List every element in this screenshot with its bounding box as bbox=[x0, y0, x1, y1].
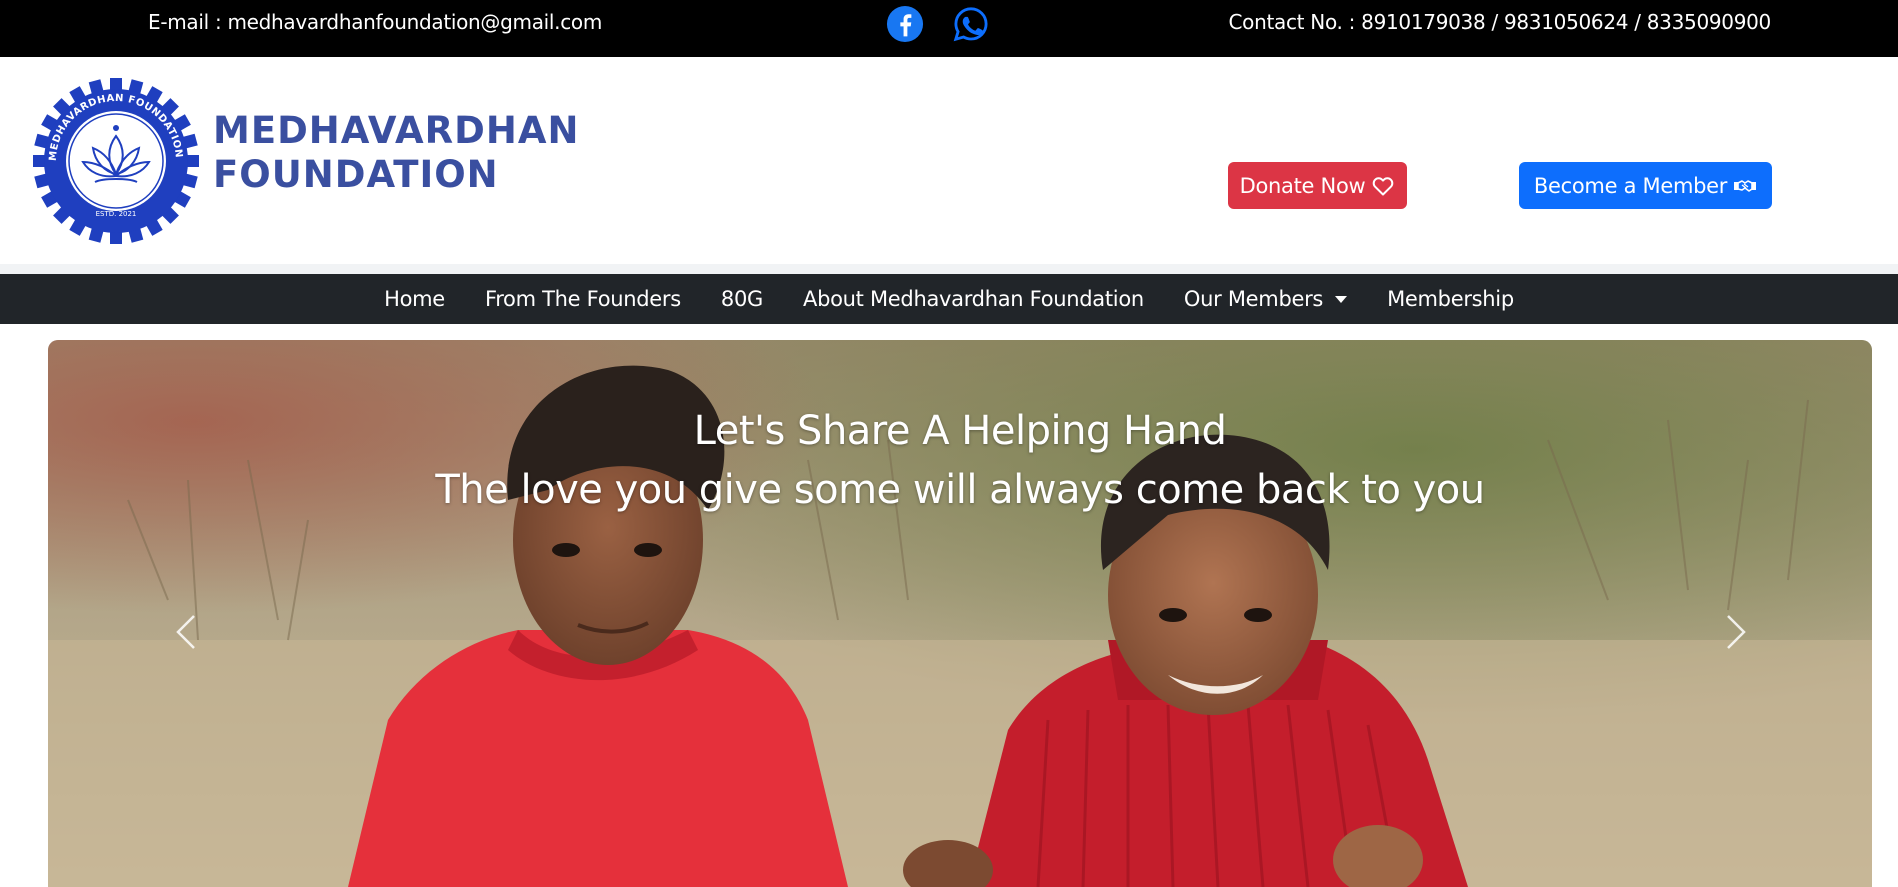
nav-item-our-members-label: Our Members bbox=[1183, 287, 1324, 311]
donate-now-button[interactable]: Donate Now bbox=[1228, 162, 1407, 209]
heart-icon bbox=[1373, 176, 1394, 195]
nav-item-our-members-dropdown[interactable]: Our Members bbox=[1164, 287, 1367, 311]
nav-item-membership[interactable]: Membership bbox=[1367, 287, 1534, 311]
site-header: MEDHAVARDHAN FOUNDATION ESTD. 2021 MEDHA… bbox=[0, 57, 1898, 264]
social-links bbox=[886, 5, 990, 43]
brand-line-2: FOUNDATION bbox=[213, 153, 499, 196]
contact-number-text: Contact No. : 8910179038 / 9831050624 / … bbox=[1228, 10, 1772, 34]
nav-item-about[interactable]: About Medhavardhan Foundation bbox=[783, 287, 1164, 311]
handshake-icon bbox=[1734, 179, 1757, 192]
whatsapp-icon[interactable] bbox=[952, 5, 990, 43]
carousel-next-button[interactable] bbox=[1716, 602, 1756, 662]
logo-estd-text: ESTD. 2021 bbox=[96, 210, 137, 218]
chevron-left-icon bbox=[176, 615, 195, 649]
chevron-right-icon bbox=[1727, 615, 1746, 649]
top-contact-bar: E-mail : medhavardhanfoundation@gmail.co… bbox=[0, 0, 1898, 57]
header-divider bbox=[0, 264, 1898, 274]
nav-item-80g[interactable]: 80G bbox=[701, 287, 783, 311]
carousel-subheading: The love you give some will always come … bbox=[435, 467, 1485, 513]
brand-name[interactable]: MEDHAVARDHAN FOUNDATION bbox=[213, 109, 579, 197]
facebook-icon[interactable] bbox=[886, 5, 924, 43]
nav-item-from-the-founders[interactable]: From The Founders bbox=[465, 287, 701, 311]
brand-line-1: MEDHAVARDHAN bbox=[213, 109, 580, 152]
caret-down-icon bbox=[1335, 295, 1348, 303]
hero-carousel[interactable]: Let's Share A Helping Hand The love you … bbox=[48, 340, 1872, 887]
carousel-prev-button[interactable] bbox=[166, 602, 206, 662]
become-member-button[interactable]: Become a Member bbox=[1519, 162, 1772, 209]
nav-item-home[interactable]: Home bbox=[364, 287, 465, 311]
main-navigation: Home From The Founders 80G About Medhava… bbox=[0, 274, 1898, 324]
foundation-logo[interactable]: MEDHAVARDHAN FOUNDATION ESTD. 2021 bbox=[33, 78, 199, 244]
donate-now-label: Donate Now bbox=[1239, 173, 1366, 198]
become-member-label: Become a Member bbox=[1533, 173, 1728, 198]
email-text: E-mail : medhavardhanfoundation@gmail.co… bbox=[148, 10, 603, 34]
carousel-heading: Let's Share A Helping Hand bbox=[693, 408, 1227, 454]
